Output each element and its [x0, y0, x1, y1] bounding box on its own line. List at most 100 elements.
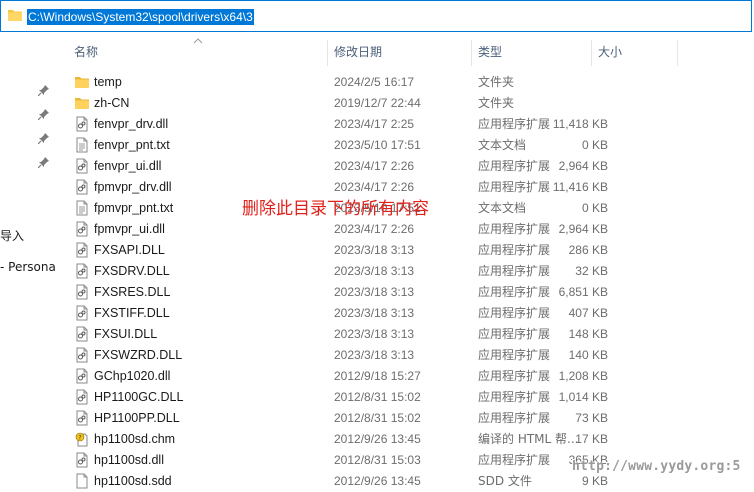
folder-icon — [74, 74, 90, 90]
column-divider[interactable] — [471, 40, 472, 66]
file-modified-date: 2023/3/18 3:13 — [334, 264, 415, 278]
file-modified-date: 2019/12/7 22:44 — [334, 96, 421, 110]
dll-file-icon — [74, 221, 90, 237]
file-size: 1,208 KB — [558, 369, 608, 383]
file-name[interactable]: HP1100PP.DLL — [94, 408, 180, 429]
dll-file-icon — [74, 284, 90, 300]
file-name[interactable]: fenvpr_pnt.txt — [94, 135, 170, 156]
file-row[interactable]: FXSWZRD.DLL 2023/3/18 3:13 应用程序扩展 140 KB — [56, 345, 754, 366]
file-row[interactable]: FXSUI.DLL 2023/3/18 3:13 应用程序扩展 148 KB — [56, 324, 754, 345]
column-header-row: 名称 修改日期 类型 大小 — [56, 36, 754, 68]
column-divider[interactable] — [677, 40, 678, 66]
navigation-pane: 导入 - Persona — [0, 32, 56, 483]
file-name[interactable]: HP1100GC.DLL — [94, 387, 183, 408]
file-type: 文本文档 — [478, 201, 527, 215]
dll-file-icon — [74, 389, 90, 405]
file-name[interactable]: FXSDRV.DLL — [94, 261, 170, 282]
file-name[interactable]: hp1100sd.chm — [94, 429, 175, 450]
sdd-file-icon — [74, 473, 90, 489]
file-size: 2,964 KB — [558, 222, 608, 236]
annotation-text: 删除此目录下的所有内容 — [242, 199, 429, 219]
file-size: 1,014 KB — [558, 390, 608, 404]
column-header-date[interactable]: 修改日期 — [334, 36, 382, 68]
file-row[interactable]: temp 2024/2/5 16:17 文件夹 — [56, 72, 754, 93]
txt-file-icon — [74, 200, 90, 216]
file-type: 文件夹 — [478, 75, 515, 89]
file-name[interactable]: FXSRES.DLL — [94, 282, 170, 303]
file-name[interactable]: zh-CN — [94, 93, 129, 114]
file-row[interactable]: hp1100sd.sdd 2012/9/26 13:45 SDD 文件 9 KB — [56, 471, 754, 492]
svg-text:?: ? — [78, 434, 81, 441]
file-name[interactable]: fpmvpr_ui.dll — [94, 219, 165, 240]
file-row[interactable]: HP1100GC.DLL 2012/8/31 15:02 应用程序扩展 1,014 K… — [56, 387, 754, 408]
sort-ascending-icon — [193, 38, 203, 44]
file-name[interactable]: fenvpr_drv.dll — [94, 114, 168, 135]
file-row[interactable]: FXSRES.DLL 2023/3/18 3:13 应用程序扩展 6,851 KB — [56, 282, 754, 303]
file-size: 407 KB — [568, 306, 608, 320]
file-name[interactable]: hp1100sd.sdd — [94, 471, 172, 492]
pin-icon[interactable] — [38, 84, 50, 96]
file-row[interactable]: FXSAPI.DLL 2023/3/18 3:13 应用程序扩展 286 KB — [56, 240, 754, 261]
file-modified-date: 2012/9/26 13:45 — [334, 432, 421, 446]
file-modified-date: 2012/8/31 15:02 — [334, 411, 421, 425]
file-type: 应用程序扩展 — [478, 264, 551, 278]
file-modified-date: 2024/2/5 16:17 — [334, 75, 415, 89]
file-size: 73 KB — [575, 411, 608, 425]
file-row[interactable]: ? hp1100sd.chm 2012/9/26 13:45 编译的 HTML 帮..… — [56, 429, 754, 450]
file-row[interactable]: fpmvpr_ui.dll 2023/4/17 2:26 应用程序扩展 2,964 K… — [56, 219, 754, 240]
file-size: 32 KB — [575, 264, 608, 278]
file-row[interactable]: fenvpr_pnt.txt 2023/5/10 17:51 文本文档 0 KB — [56, 135, 754, 156]
dll-file-icon — [74, 179, 90, 195]
column-divider[interactable] — [591, 40, 592, 66]
file-name[interactable]: temp — [94, 72, 122, 93]
column-header-type[interactable]: 类型 — [478, 36, 502, 68]
address-path-input[interactable]: C:\Windows\System32\spool\drivers\x64\3 — [27, 9, 254, 25]
file-type: 应用程序扩展 — [478, 390, 551, 404]
file-type: 应用程序扩展 — [478, 348, 551, 362]
file-name[interactable]: FXSUI.DLL — [94, 324, 157, 345]
file-row[interactable]: FXSDRV.DLL 2023/3/18 3:13 应用程序扩展 32 KB — [56, 261, 754, 282]
file-size: 6,851 KB — [558, 285, 608, 299]
dll-file-icon — [74, 116, 90, 132]
file-type: 编译的 HTML 帮... — [478, 432, 579, 446]
file-name[interactable]: fenvpr_ui.dll — [94, 156, 161, 177]
file-type: 文本文档 — [478, 138, 527, 152]
nav-item-import[interactable]: 导入 — [0, 227, 24, 244]
file-name[interactable]: FXSWZRD.DLL — [94, 345, 182, 366]
nav-item-personal[interactable]: - Persona — [0, 260, 56, 274]
file-row[interactable]: FXSTIFF.DLL 2023/3/18 3:13 应用程序扩展 407 KB — [56, 303, 754, 324]
file-row[interactable]: GChp1020.dll 2012/9/18 15:27 应用程序扩展 1,208 K… — [56, 366, 754, 387]
file-modified-date: 2023/3/18 3:13 — [334, 285, 415, 299]
file-size: 0 KB — [581, 138, 608, 152]
column-header-name[interactable]: 名称 — [74, 36, 98, 68]
folder-icon — [8, 10, 22, 21]
address-bar[interactable]: C:\Windows\System32\spool\drivers\x64\3 — [0, 0, 752, 32]
file-modified-date: 2023/3/18 3:13 — [334, 327, 415, 341]
file-size: 11,418 KB — [552, 117, 608, 131]
file-name[interactable]: hp1100sd.dll — [94, 450, 164, 471]
file-modified-date: 2023/3/18 3:13 — [334, 306, 415, 320]
column-header-size[interactable]: 大小 — [598, 36, 622, 68]
pin-icon[interactable] — [38, 108, 50, 120]
file-name[interactable]: fpmvpr_drv.dll — [94, 177, 172, 198]
file-modified-date: 2012/9/18 15:27 — [334, 369, 421, 383]
file-name[interactable]: FXSAPI.DLL — [94, 240, 165, 261]
txt-file-icon — [74, 137, 90, 153]
pin-icon[interactable] — [38, 132, 50, 144]
file-name[interactable]: FXSTIFF.DLL — [94, 303, 170, 324]
watermark-text: http://www.yydy.org:5 — [572, 459, 741, 474]
column-divider[interactable] — [327, 40, 328, 66]
file-type: 应用程序扩展 — [478, 327, 551, 341]
chm-file-icon: ? — [74, 431, 90, 447]
file-size: 11,416 KB — [552, 180, 608, 194]
file-name[interactable]: GChp1020.dll — [94, 366, 170, 387]
file-row[interactable]: fenvpr_drv.dll 2023/4/17 2:25 应用程序扩展 11,418… — [56, 114, 754, 135]
file-name[interactable]: fpmvpr_pnt.txt — [94, 198, 173, 219]
file-row[interactable]: fenvpr_ui.dll 2023/4/17 2:26 应用程序扩展 2,964 K… — [56, 156, 754, 177]
pin-icon[interactable] — [38, 156, 50, 168]
file-modified-date: 2012/8/31 15:03 — [334, 453, 421, 467]
file-row[interactable]: HP1100PP.DLL 2012/8/31 15:02 应用程序扩展 73 KB — [56, 408, 754, 429]
file-modified-date: 2012/9/26 13:45 — [334, 474, 421, 488]
file-row[interactable]: zh-CN 2019/12/7 22:44 文件夹 — [56, 93, 754, 114]
file-modified-date: 2023/3/18 3:13 — [334, 348, 415, 362]
